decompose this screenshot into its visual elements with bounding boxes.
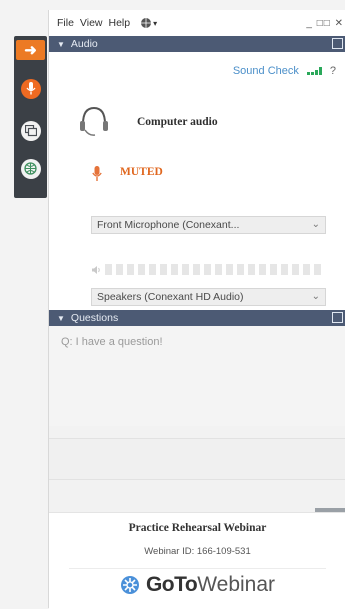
collapse-arrow-icon: ➜: [24, 42, 37, 59]
globe-icon: [141, 18, 152, 28]
footer-divider: [69, 568, 326, 569]
speaker-icon: [92, 265, 100, 274]
questions-header[interactable]: ▼ Questions: [49, 310, 345, 326]
chevron-down-icon: ⌄: [311, 219, 320, 230]
questions-log: Q: I have a question!: [49, 326, 345, 426]
question-placeholder: Q: I have a question!: [61, 336, 163, 348]
audio-pane: Sound Check ? Computer audio MUTED Front…: [49, 52, 345, 310]
window-controls[interactable]: _ □□ ✕: [306, 18, 344, 29]
speaker-select[interactable]: Speakers (Conexant HD Audio) ⌄: [91, 288, 326, 306]
gotowebinar-logo: GoTo Webinar: [49, 573, 345, 597]
webinar-id: Webinar ID: 166-109-531: [144, 546, 251, 557]
collapse-triangle-icon: ▼: [57, 313, 65, 323]
signal-strength-icon: [306, 67, 322, 75]
headset-icon: [79, 102, 109, 138]
chevron-down-icon: ▾: [153, 18, 158, 28]
questions-pane: Q: I have a question! Send: [49, 326, 345, 539]
toolbar-screen-button[interactable]: [18, 118, 43, 143]
speaker-select-value: Speakers (Conexant HD Audio): [97, 291, 244, 303]
brand-go: GoTo: [145, 573, 198, 596]
computer-audio-label[interactable]: Computer audio: [137, 116, 218, 128]
toolbar-globe-button[interactable]: [18, 156, 43, 181]
microphone-select-value: Front Microphone (Conexant...: [97, 219, 240, 231]
collapse-panel-button[interactable]: ➜: [16, 40, 45, 60]
audio-header[interactable]: ▼ Audio: [49, 36, 345, 52]
webinar-footer: Practice Rehearsal Webinar Webinar ID: 1…: [49, 512, 345, 609]
questions-header-label: Questions: [70, 312, 119, 324]
menu-file[interactable]: File: [57, 17, 74, 29]
popout-icon[interactable]: [332, 38, 343, 49]
sound-check-link[interactable]: Sound Check: [233, 65, 299, 77]
globe-icon: [20, 158, 41, 179]
webinar-title: Practice Rehearsal Webinar: [128, 522, 267, 534]
speaker-level-meter: [91, 264, 321, 275]
question-input[interactable]: [49, 438, 345, 480]
toolbar-mic-button[interactable]: [18, 76, 43, 101]
audio-header-label: Audio: [70, 38, 98, 50]
side-toolbar: ➜: [14, 36, 47, 198]
brand-webinar: Webinar: [197, 573, 276, 596]
menu-view[interactable]: View: [80, 17, 103, 29]
microphone-select[interactable]: Front Microphone (Conexant... ⌄: [91, 216, 326, 234]
microphone-muted-icon[interactable]: [92, 166, 102, 184]
sound-check-group: Sound Check ?: [233, 65, 336, 77]
popout-icon[interactable]: [332, 312, 343, 323]
menu-help[interactable]: Help: [109, 17, 131, 29]
control-panel: File View Help ▾ _ □□ ✕ ▼ Audio Sound Ch…: [48, 10, 345, 609]
menu-bar: File View Help ▾ _ □□ ✕: [49, 10, 345, 36]
chevron-down-icon: ⌄: [311, 291, 320, 302]
screen-share-icon: [20, 120, 41, 141]
audio-help-button[interactable]: ?: [330, 65, 336, 77]
gotowebinar-logo-icon: [120, 576, 139, 594]
language-menu[interactable]: ▾: [140, 17, 157, 29]
collapse-triangle-icon: ▼: [57, 39, 65, 49]
microphone-icon: [20, 78, 41, 99]
muted-status: MUTED: [120, 166, 163, 178]
